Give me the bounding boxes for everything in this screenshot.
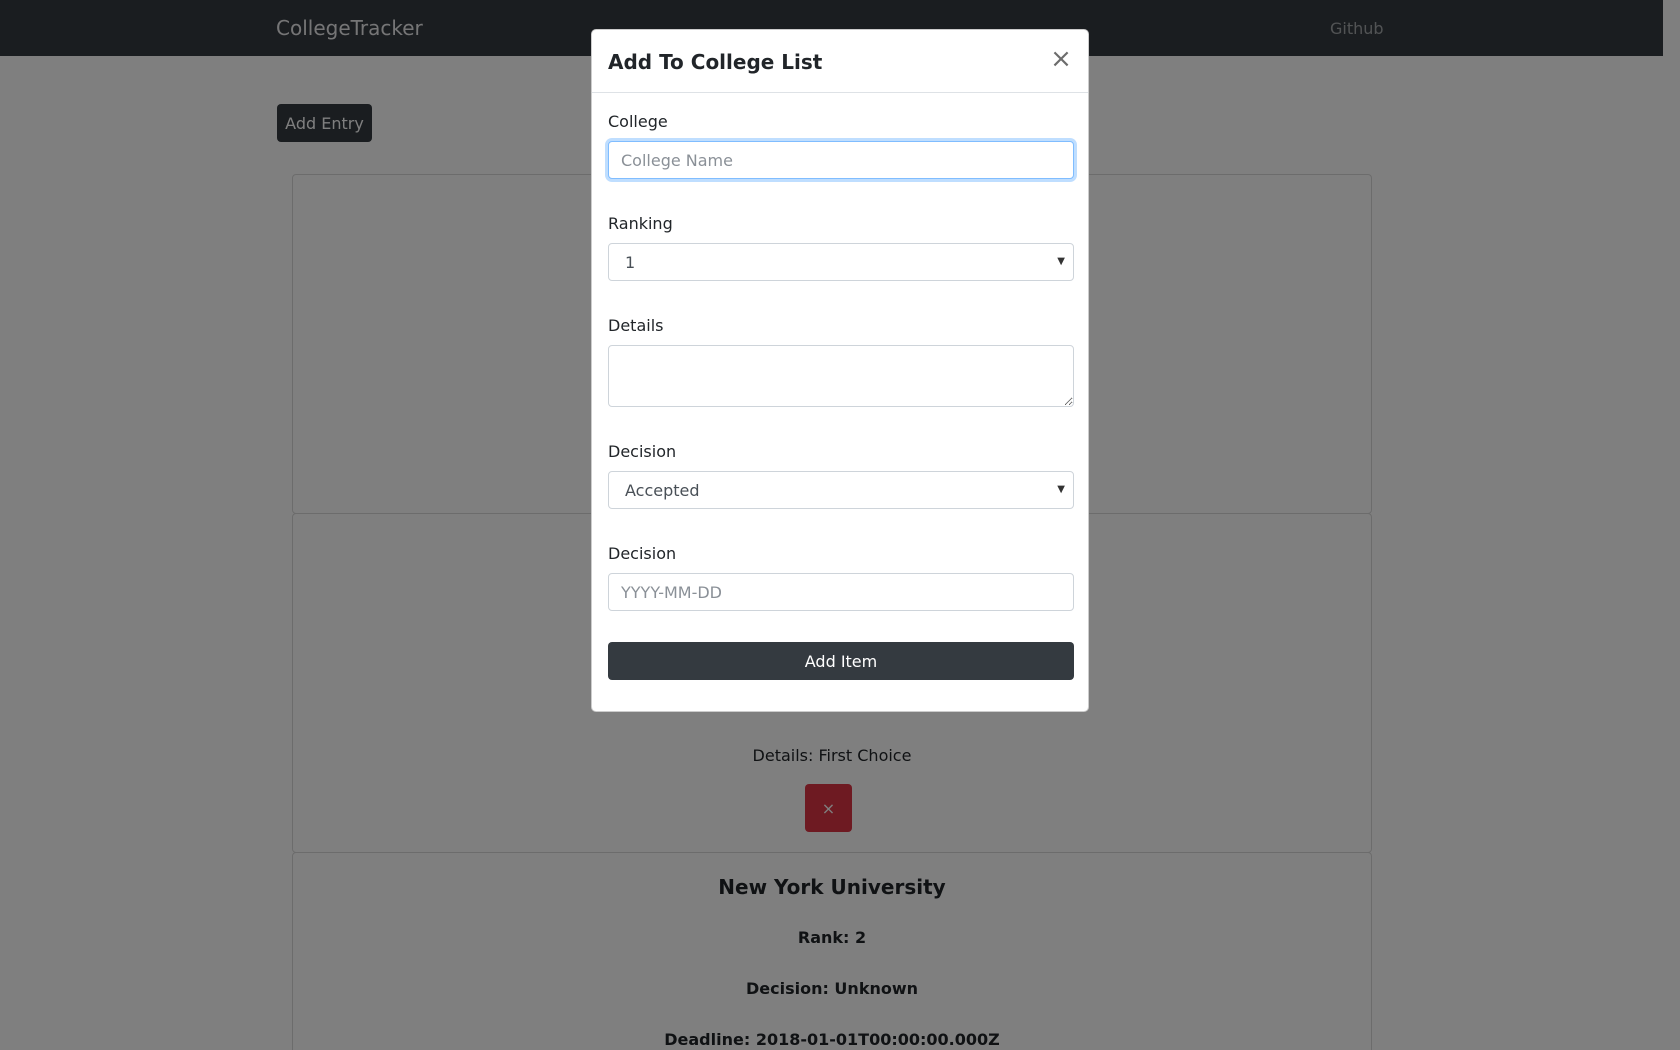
close-icon: × (1050, 44, 1072, 74)
modal-title: Add To College List (608, 50, 823, 74)
ranking-label: Ranking (608, 214, 673, 233)
add-college-modal: Add To College List × College Ranking 1 … (591, 29, 1089, 712)
decision-selected-value: Accepted (625, 480, 700, 500)
college-input[interactable] (608, 141, 1074, 179)
ranking-select[interactable]: 1 ▼ (608, 243, 1074, 281)
decision-select[interactable]: Accepted ▼ (608, 471, 1074, 509)
chevron-down-icon: ▼ (1057, 484, 1065, 495)
ranking-selected-value: 1 (625, 252, 636, 272)
details-textarea[interactable] (608, 345, 1074, 407)
deadline-input[interactable] (608, 573, 1074, 611)
deadline-label: Decision (608, 544, 677, 563)
decision-label: Decision (608, 442, 677, 461)
app-root: CollegeTracker Github Add Entry Details:… (0, 0, 1680, 1050)
modal-header: Add To College List × (592, 30, 1088, 93)
details-label: Details (608, 316, 664, 335)
close-button[interactable]: × (1048, 46, 1074, 72)
add-item-button[interactable]: Add Item (608, 642, 1074, 680)
college-label: College (608, 112, 668, 131)
chevron-down-icon: ▼ (1057, 256, 1065, 267)
